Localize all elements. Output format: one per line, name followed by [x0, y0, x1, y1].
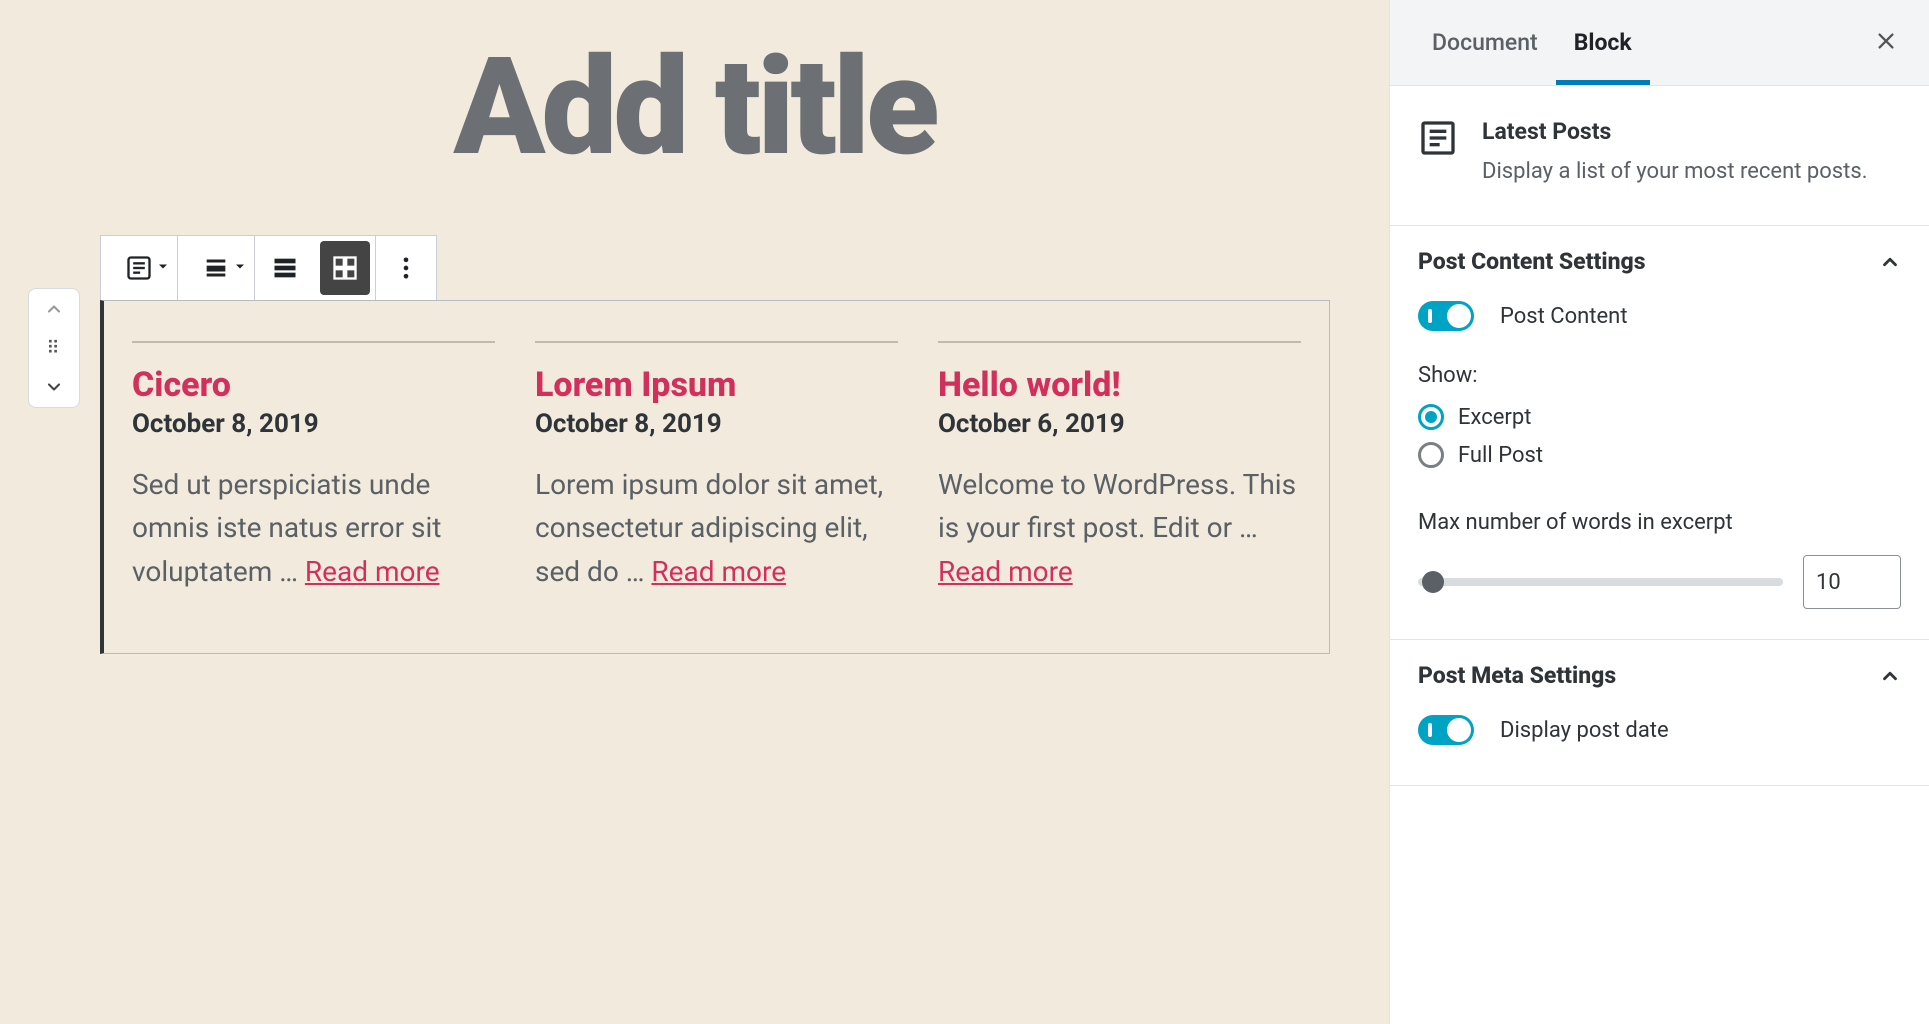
posts-grid: Cicero October 8, 2019 Sed ut perspiciat… [132, 341, 1301, 593]
more-vertical-icon [392, 254, 420, 282]
latest-posts-block[interactable]: Cicero October 8, 2019 Sed ut perspiciat… [100, 300, 1330, 654]
max-words-label: Max number of words in excerpt [1390, 506, 1929, 545]
show-label: Show: [1390, 359, 1929, 398]
radio-full-post-label: Full Post [1458, 443, 1543, 468]
panel-post-meta-settings: Post Meta Settings Display post date [1390, 640, 1929, 786]
drag-handle[interactable]: ⠿ [29, 329, 79, 367]
radio-full-post[interactable]: Full Post [1418, 436, 1901, 474]
post-excerpt: Lorem ipsum dolor sit amet, consectetur … [535, 463, 898, 593]
radio-icon [1418, 404, 1444, 430]
grid-view-icon [331, 254, 359, 282]
max-words-slider[interactable] [1418, 578, 1783, 586]
block-info-description: Display a list of your most recent posts… [1482, 155, 1868, 189]
max-words-input[interactable]: 10 [1803, 555, 1901, 609]
post-item: Lorem Ipsum October 8, 2019 Lorem ipsum … [535, 341, 898, 593]
post-item: Hello world! October 6, 2019 Welcome to … [938, 341, 1301, 593]
chevron-up-icon [44, 299, 64, 319]
toggle-label: Post Content [1500, 304, 1628, 329]
sidebar-tabs: Document Block [1390, 0, 1929, 86]
drag-icon: ⠿ [46, 339, 61, 357]
post-divider [535, 341, 898, 343]
post-date: October 8, 2019 [535, 409, 898, 439]
block-mover: ⠿ [28, 288, 80, 408]
post-date: October 6, 2019 [938, 409, 1301, 439]
tab-block[interactable]: Block [1556, 0, 1650, 85]
radio-icon [1418, 442, 1444, 468]
move-down-button[interactable] [29, 367, 79, 407]
dropdown-caret-icon [157, 261, 169, 273]
toggle-label: Display post date [1500, 718, 1669, 743]
read-more-link[interactable]: Read more [651, 555, 786, 588]
toggle-display-post-date[interactable] [1418, 715, 1474, 745]
block-info-title: Latest Posts [1482, 118, 1868, 145]
post-title[interactable]: Hello world! [938, 365, 1301, 405]
tab-document[interactable]: Document [1414, 0, 1556, 85]
list-view-icon [271, 254, 299, 282]
post-title[interactable]: Lorem Ipsum [535, 365, 898, 405]
latest-posts-icon [125, 254, 153, 282]
close-sidebar-button[interactable] [1867, 21, 1905, 65]
settings-sidebar: Document Block Latest Posts Display a li… [1389, 0, 1929, 1024]
editor-canvas: Add title ⠿ [0, 0, 1389, 1024]
chevron-up-icon [1879, 665, 1901, 687]
chevron-up-icon [1879, 251, 1901, 273]
latest-posts-icon [1418, 118, 1458, 158]
close-icon [1875, 30, 1897, 52]
section-heading: Post Content Settings [1418, 248, 1646, 275]
more-options-button[interactable] [376, 236, 436, 300]
post-date: October 8, 2019 [132, 409, 495, 439]
panel-post-content-settings: Post Content Settings Post Content Show:… [1390, 226, 1929, 640]
alignment-button[interactable] [178, 236, 254, 300]
post-item: Cicero October 8, 2019 Sed ut perspiciat… [132, 341, 495, 593]
chevron-down-icon [44, 377, 64, 397]
toggle-post-content[interactable] [1418, 301, 1474, 331]
section-toggle-content-settings[interactable]: Post Content Settings [1390, 226, 1929, 297]
grid-view-button[interactable] [320, 241, 370, 295]
post-title-input[interactable]: Add title [0, 0, 1389, 235]
section-toggle-meta-settings[interactable]: Post Meta Settings [1390, 640, 1929, 711]
post-excerpt: Sed ut perspiciatis unde omnis iste natu… [132, 463, 495, 593]
block-info-panel: Latest Posts Display a list of your most… [1390, 86, 1929, 226]
align-full-icon [202, 254, 230, 282]
post-title[interactable]: Cicero [132, 365, 495, 405]
move-up-button[interactable] [29, 289, 79, 329]
post-divider [132, 341, 495, 343]
read-more-link[interactable]: Read more [938, 555, 1073, 588]
section-heading: Post Meta Settings [1418, 662, 1616, 689]
post-excerpt: Welcome to WordPress. This is your first… [938, 463, 1301, 593]
post-divider [938, 341, 1301, 343]
list-view-button[interactable] [255, 236, 315, 300]
block-switcher-button[interactable] [101, 236, 177, 300]
radio-excerpt[interactable]: Excerpt [1418, 398, 1901, 436]
block-toolbar [100, 235, 437, 301]
radio-excerpt-label: Excerpt [1458, 405, 1531, 430]
dropdown-caret-icon [234, 261, 246, 273]
read-more-link[interactable]: Read more [305, 555, 440, 588]
